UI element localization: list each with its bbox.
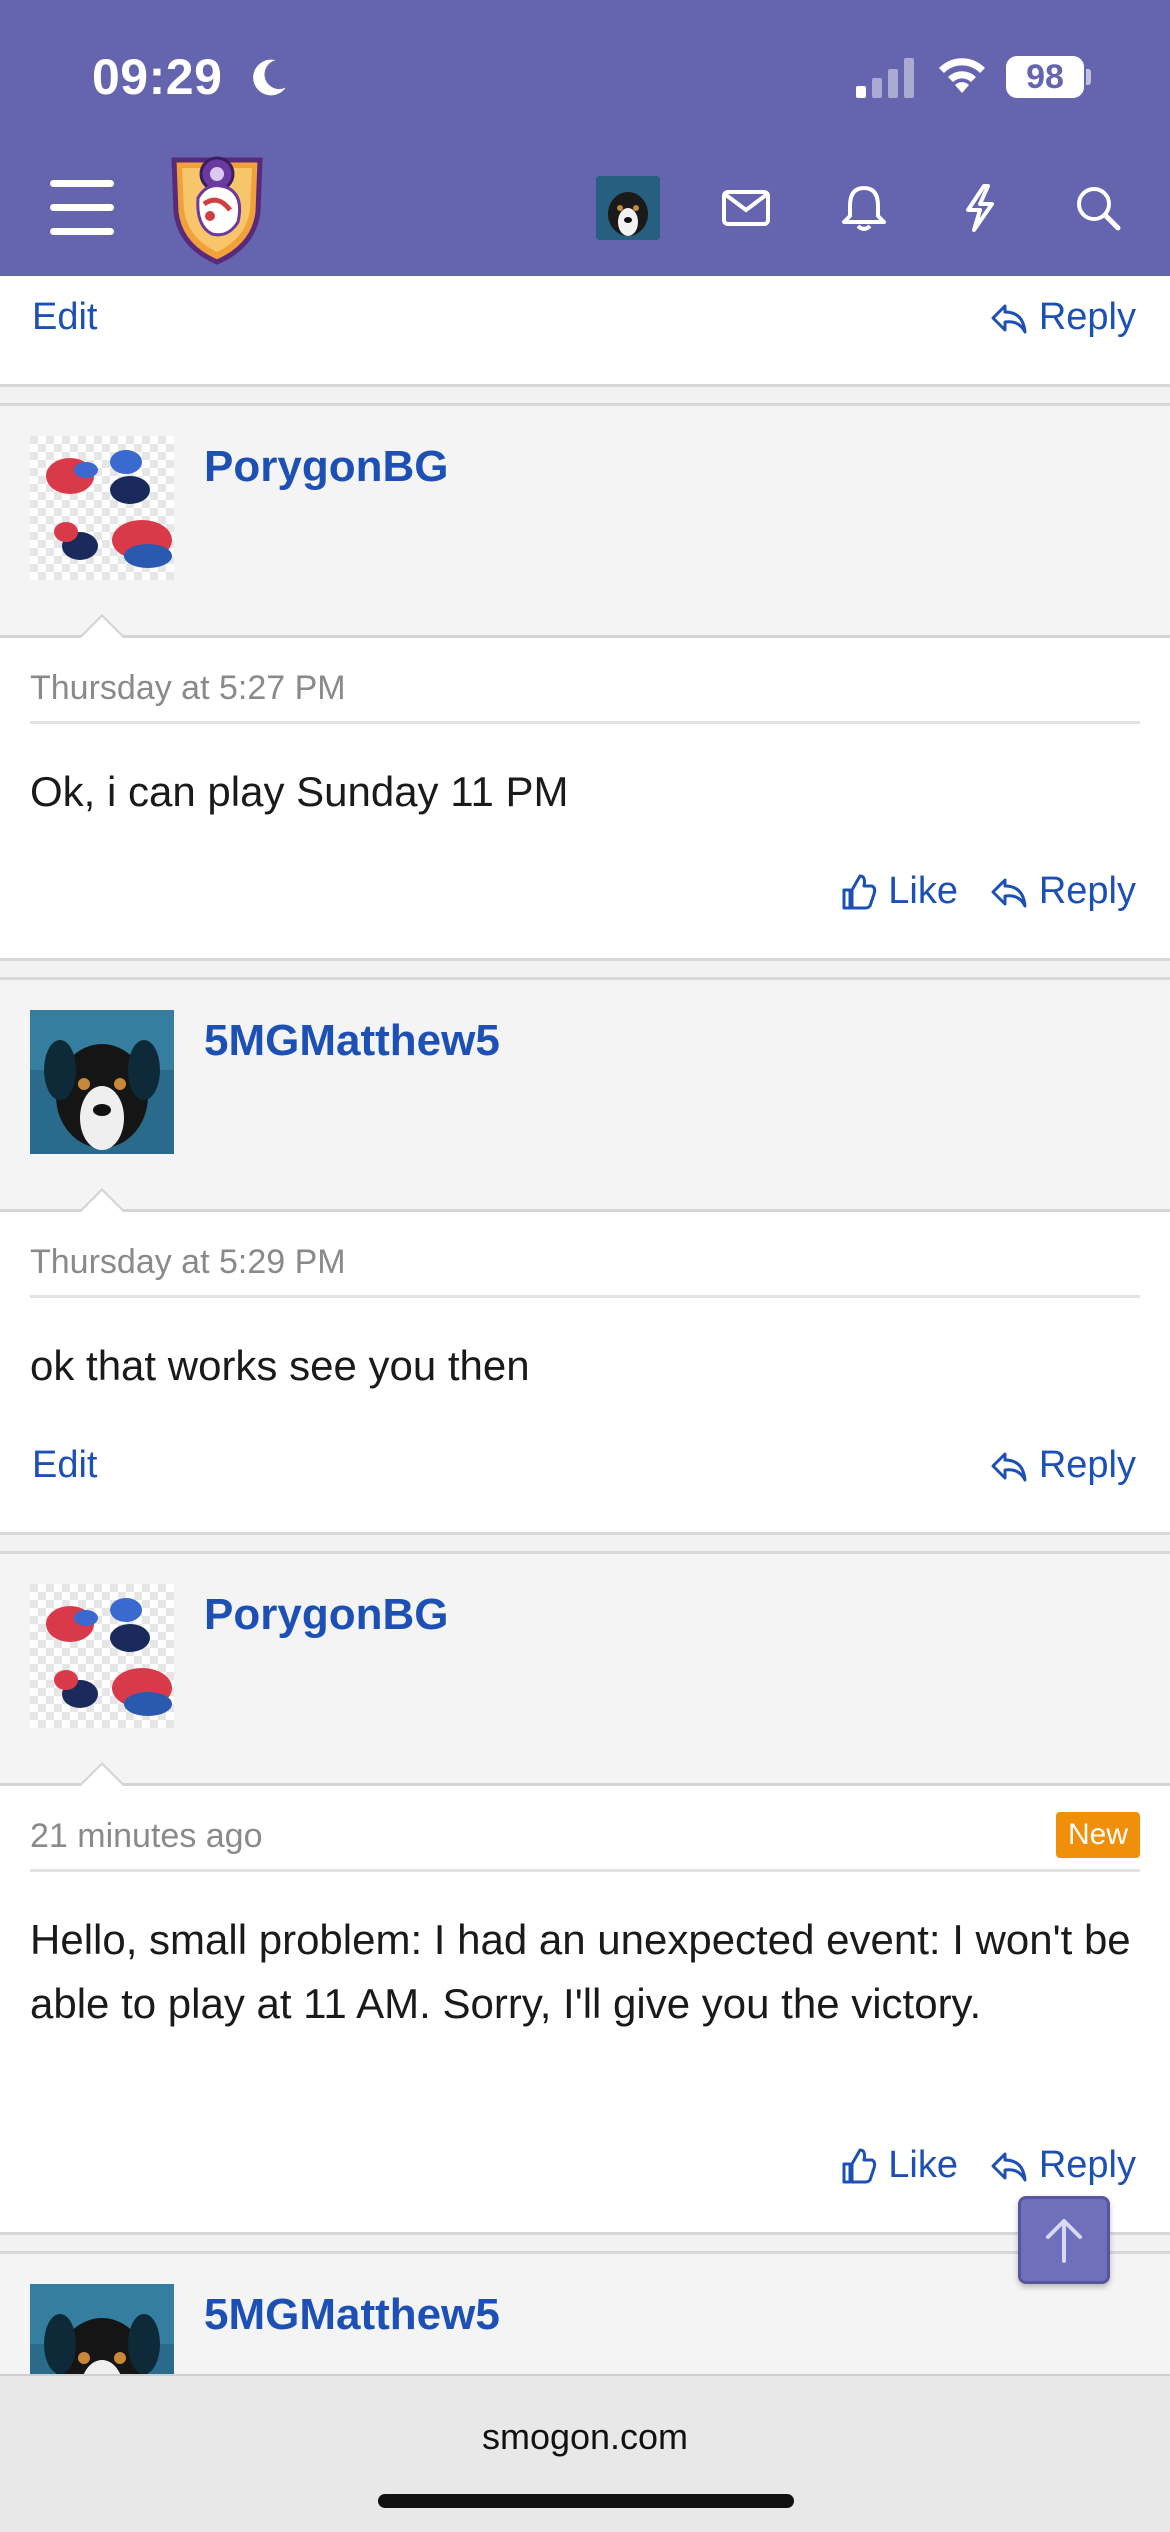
post-user-band: PorygonBG (0, 1554, 1170, 1786)
like-label: Like (888, 870, 958, 912)
post-meta: Thursday at 5:27 PM (30, 664, 1140, 724)
menu-icon[interactable] (50, 180, 116, 236)
reply-icon (991, 1452, 1027, 1481)
post-user-band: PorygonBG (0, 406, 1170, 638)
pointer-arrow-fill (81, 617, 123, 638)
search-icon[interactable] (1070, 182, 1126, 234)
cellular-signal-icon (856, 58, 914, 98)
pointer-arrow-fill (81, 1191, 123, 1212)
like-label: Like (888, 2144, 958, 2186)
thumbs-up-icon (842, 874, 877, 909)
user-avatar[interactable] (30, 436, 174, 580)
reply-button[interactable]: Reply (989, 1444, 1136, 1487)
edit-link[interactable]: Edit (32, 296, 97, 339)
edit-link[interactable]: Edit (32, 1444, 97, 1487)
post-body: Hello, small problem: I had an unexpecte… (30, 1916, 1131, 2027)
post-time[interactable]: Thursday at 5:29 PM (30, 1243, 346, 1281)
post-time[interactable]: Thursday at 5:27 PM (30, 669, 346, 707)
reply-label: Reply (1038, 2144, 1136, 2186)
like-button[interactable]: Like (838, 870, 958, 913)
post-actions: Like Reply (0, 2144, 1170, 2204)
reply-label: Reply (1038, 870, 1136, 912)
lightning-icon[interactable] (952, 182, 1008, 234)
post-body: ok that works see you then (30, 1342, 530, 1389)
post-actions: Edit Reply (0, 296, 1170, 356)
post-time[interactable]: 21 minutes ago (30, 1817, 263, 1855)
post-user-band: 5MGMatthew5 (0, 2254, 1170, 2374)
account-avatar[interactable] (596, 176, 660, 240)
post-user-band: 5MGMatthew5 (0, 980, 1170, 1212)
reply-button[interactable]: Reply (989, 296, 1136, 339)
reply-icon (991, 304, 1027, 333)
home-indicator[interactable] (378, 2494, 794, 2508)
pointer-arrow-fill (81, 1765, 123, 1786)
battery-level: 98 (1006, 56, 1084, 98)
bell-icon[interactable] (836, 182, 892, 234)
reply-icon (991, 878, 1027, 907)
arrow-up-icon (1046, 2219, 1082, 2263)
inbox-icon[interactable] (718, 182, 774, 234)
post-meta: Thursday at 5:29 PM (30, 1238, 1140, 1298)
battery-tip (1086, 69, 1091, 85)
battery-indicator: 98 (1006, 56, 1091, 98)
post-actions: Edit Reply (0, 1444, 1170, 1504)
username[interactable]: PorygonBG (204, 442, 448, 492)
username[interactable]: PorygonBG (204, 1590, 448, 1640)
user-avatar[interactable] (30, 1010, 174, 1154)
post-divider (0, 2232, 1170, 2254)
reply-button[interactable]: Reply (989, 2144, 1136, 2187)
browser-address-bar: smogon.com (0, 2374, 1170, 2532)
post-meta: 21 minutes ago New (30, 1812, 1140, 1872)
like-button[interactable]: Like (838, 2144, 958, 2187)
username[interactable]: 5MGMatthew5 (204, 1016, 500, 1066)
wifi-icon (939, 58, 985, 93)
status-time: 09:29 (92, 49, 223, 105)
reply-icon (991, 2152, 1027, 2181)
post-divider (0, 958, 1170, 980)
thumbs-up-icon (842, 2148, 877, 2183)
post-divider (0, 1532, 1170, 1554)
user-avatar[interactable] (30, 2284, 174, 2374)
username[interactable]: 5MGMatthew5 (204, 2290, 500, 2340)
reply-label: Reply (1038, 1444, 1136, 1486)
moon-icon (253, 59, 286, 96)
thread-content: Edit Reply PorygonBG Thursday at 5:27 PM… (0, 276, 1170, 2374)
scroll-to-top-button[interactable] (1018, 2196, 1110, 2284)
url-label[interactable]: smogon.com (0, 2416, 1170, 2458)
post-actions: Like Reply (0, 870, 1170, 930)
site-header: 09:29 98 (0, 0, 1170, 276)
post-body: Ok, i can play Sunday 11 PM (30, 768, 569, 815)
reply-label: Reply (1038, 296, 1136, 338)
new-badge: New (1055, 1812, 1140, 1858)
reply-button[interactable]: Reply (989, 870, 1136, 913)
site-logo[interactable] (168, 150, 266, 266)
user-avatar[interactable] (30, 1584, 174, 1728)
post-divider (0, 384, 1170, 406)
